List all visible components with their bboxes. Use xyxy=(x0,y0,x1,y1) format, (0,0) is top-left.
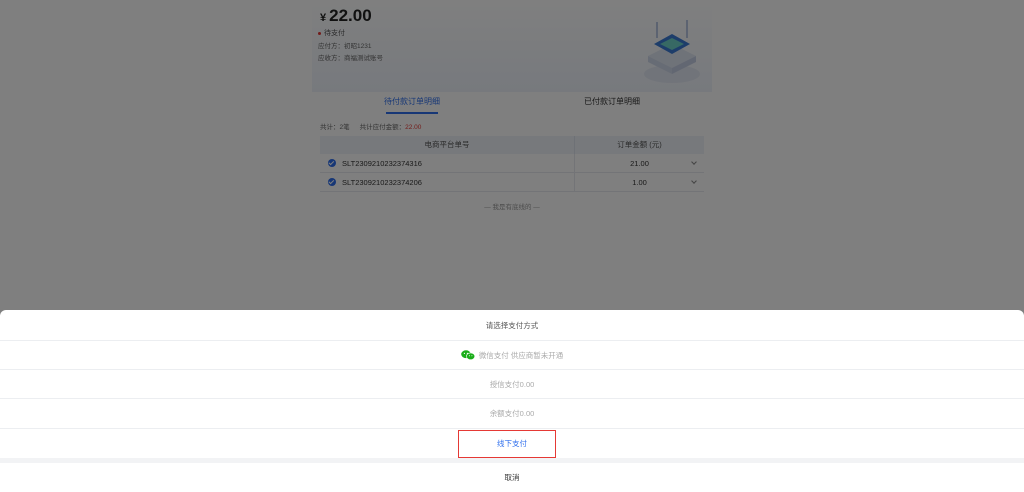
sheet-title: 请选择支付方式 xyxy=(0,310,1024,341)
cancel-button[interactable]: 取消 xyxy=(0,463,1024,492)
payment-method-sheet: 请选择支付方式 微信支付 供应商暂未开通 授信支付0.00 余额支付0.00 线… xyxy=(0,310,1024,492)
option-wechat-pay[interactable]: 微信支付 供应商暂未开通 xyxy=(0,341,1024,370)
selection-highlight-box xyxy=(458,430,556,458)
wechat-icon xyxy=(460,350,475,360)
option-credit-pay[interactable]: 授信支付0.00 xyxy=(0,370,1024,399)
option-balance-pay[interactable]: 余额支付0.00 xyxy=(0,399,1024,429)
wechat-pay-label: 微信支付 供应商暂未开通 xyxy=(478,350,564,360)
